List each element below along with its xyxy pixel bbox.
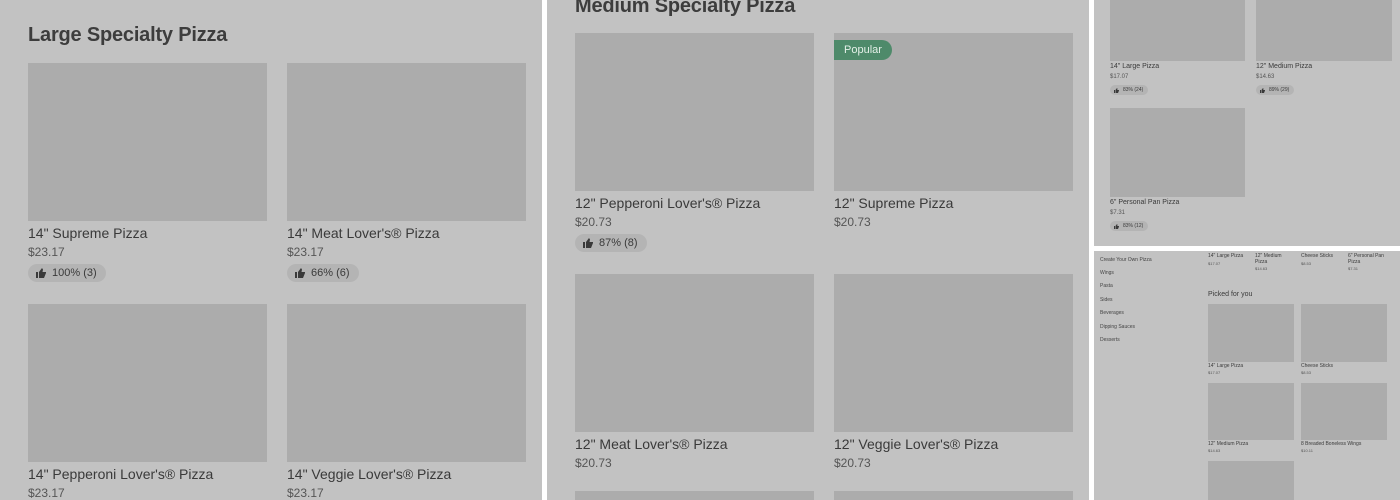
item-price: $7.31 <box>1348 266 1359 271</box>
item-price: $14.63 <box>1256 74 1275 80</box>
rating-text: 87% (8) <box>599 237 638 249</box>
rating-text: 100% (3) <box>52 267 97 279</box>
item-name[interactable]: Cheese Sticks <box>1301 363 1333 369</box>
thumbs-up-icon <box>295 268 305 278</box>
large-specialty-panel: Large Specialty Pizza 14" Supreme Pizza … <box>0 0 542 500</box>
rating-badge: 100% (3) <box>28 264 106 282</box>
item-name[interactable]: 12" Medium Pizza <box>1256 63 1312 70</box>
rating-badge: 66% (6) <box>287 264 359 282</box>
popular-badge: Popular <box>834 40 892 60</box>
pizza-thumbnail-panel: 14" Large Pizza $17.07 83% (24) 12" Medi… <box>1094 0 1400 246</box>
item-name[interactable]: 14" Veggie Lover's® Pizza <box>287 466 451 482</box>
item-image[interactable] <box>575 274 814 432</box>
rating-text: 66% (6) <box>311 267 350 279</box>
menu-overview-panel: Create Your Own Pizza Wings Pasta Sides … <box>1094 251 1400 500</box>
item-image[interactable] <box>1208 383 1294 440</box>
item-name[interactable]: 12" Veggie Lover's® Pizza <box>834 436 998 452</box>
item-name[interactable]: 14" Supreme Pizza <box>28 225 147 241</box>
item-name[interactable]: 14" Large Pizza <box>1208 253 1248 259</box>
item-name[interactable]: 6" Personal Pan Pizza <box>1110 199 1179 206</box>
item-name[interactable]: 14" Large Pizza <box>1208 363 1243 369</box>
item-price: $20.73 <box>575 456 612 470</box>
item-image[interactable] <box>1208 461 1294 500</box>
item-price: $17.07 <box>1208 261 1221 266</box>
section-title: Medium Specialty Pizza <box>575 0 796 17</box>
item-image[interactable] <box>575 491 814 500</box>
rating-badge: 83% (24) <box>1110 85 1149 95</box>
item-image[interactable] <box>1256 0 1392 61</box>
nav-item[interactable]: Dipping Sauces <box>1100 324 1135 330</box>
rating-text: 83% (12) <box>1123 223 1144 229</box>
item-price: $20.73 <box>575 215 612 229</box>
item-price: $10.11 <box>1301 448 1313 453</box>
picked-for-you-title: Picked for you <box>1208 291 1253 298</box>
item-price: $14.63 <box>1255 266 1268 271</box>
item-price: $8.53 <box>1301 370 1312 375</box>
nav-item[interactable]: Beverages <box>1100 310 1124 316</box>
item-name[interactable]: 8 Breaded Boneless Wings <box>1301 441 1361 447</box>
item-image[interactable] <box>28 63 267 221</box>
item-name[interactable]: 6" Personal Pan Pizza <box>1348 253 1384 265</box>
item-name[interactable]: 12" Medium Pizza <box>1255 253 1291 265</box>
thumbs-up-icon <box>1260 87 1265 93</box>
item-name[interactable]: 14" Meat Lover's® Pizza <box>287 225 440 241</box>
rating-badge: 89% (29) <box>1256 85 1295 95</box>
item-price: $14.63 <box>1208 448 1221 453</box>
item-price: $23.17 <box>287 486 324 500</box>
item-price: $23.17 <box>28 245 65 259</box>
item-name[interactable]: 14" Large Pizza <box>1110 63 1159 70</box>
item-name[interactable]: Cheese Sticks <box>1301 253 1341 259</box>
item-name[interactable]: 12" Medium Pizza <box>1208 441 1248 447</box>
item-image[interactable] <box>1110 0 1245 61</box>
item-price: $20.73 <box>834 215 871 229</box>
nav-item[interactable]: Create Your Own Pizza <box>1100 257 1152 263</box>
item-price: $17.07 <box>1110 74 1129 80</box>
nav-item[interactable]: Sides <box>1100 297 1113 303</box>
rating-text: 89% (29) <box>1269 87 1290 93</box>
item-image[interactable] <box>28 304 267 462</box>
item-name[interactable]: 12" Meat Lover's® Pizza <box>575 436 728 452</box>
section-title: Large Specialty Pizza <box>28 24 228 46</box>
thumbs-up-icon <box>36 268 46 278</box>
item-image[interactable] <box>1301 383 1387 440</box>
item-image[interactable] <box>1208 304 1294 362</box>
item-name[interactable]: 14" Pepperoni Lover's® Pizza <box>28 466 213 482</box>
item-image[interactable] <box>575 33 814 191</box>
item-price: $7.31 <box>1110 210 1126 216</box>
item-price: $23.17 <box>287 245 324 259</box>
nav-item[interactable]: Wings <box>1100 270 1114 276</box>
nav-item[interactable]: Pasta <box>1100 283 1113 289</box>
item-price: $20.73 <box>834 456 871 470</box>
item-image[interactable] <box>287 304 526 462</box>
rating-badge: 87% (8) <box>575 234 647 252</box>
nav-item[interactable]: Desserts <box>1100 337 1120 343</box>
item-price: $17.07 <box>1208 370 1221 375</box>
item-price: $8.53 <box>1301 261 1312 266</box>
rating-text: 83% (24) <box>1123 87 1144 93</box>
item-image[interactable] <box>1301 304 1387 362</box>
item-image[interactable] <box>834 274 1073 432</box>
thumbs-up-icon <box>1114 87 1119 93</box>
item-image[interactable] <box>834 491 1073 500</box>
rating-badge: 83% (12) <box>1110 221 1149 231</box>
item-name[interactable]: 12" Supreme Pizza <box>834 195 953 211</box>
medium-specialty-panel: Medium Specialty Pizza 12" Pepperoni Lov… <box>547 0 1089 500</box>
item-image[interactable] <box>1110 108 1245 197</box>
thumbs-up-icon <box>583 238 593 248</box>
item-name[interactable]: 12" Pepperoni Lover's® Pizza <box>575 195 760 211</box>
thumbs-up-icon <box>1114 223 1119 229</box>
item-price: $23.17 <box>28 486 65 500</box>
item-image[interactable] <box>287 63 526 221</box>
